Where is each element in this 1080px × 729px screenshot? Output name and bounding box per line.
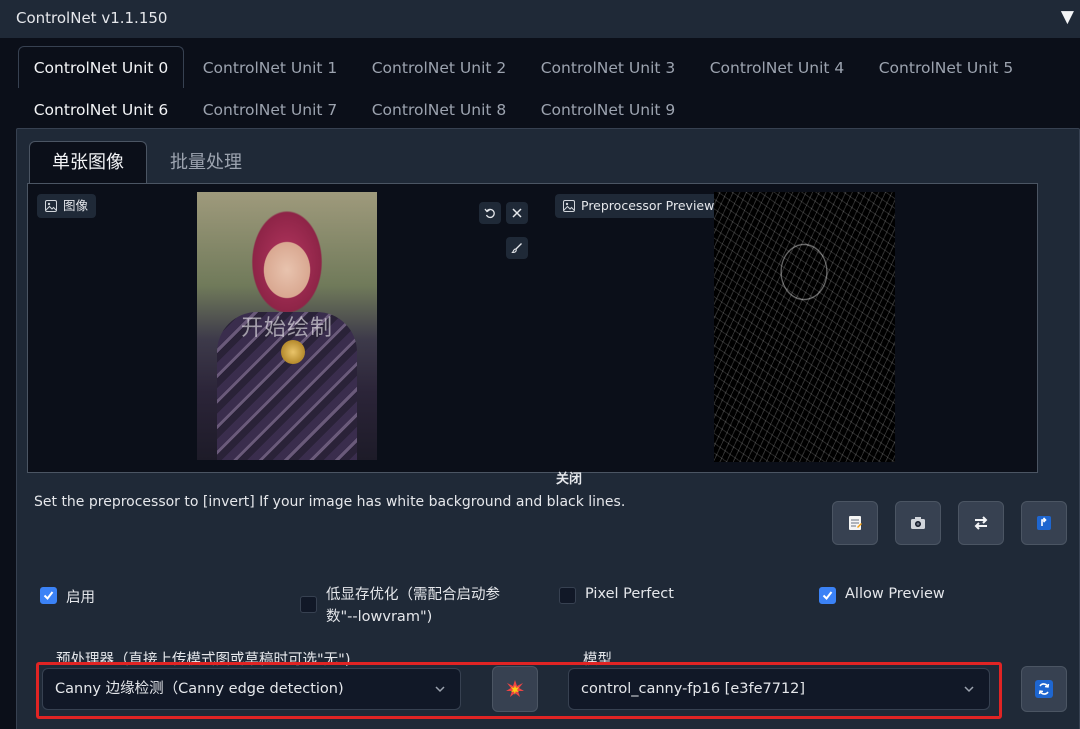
chevron-down-icon (964, 686, 974, 693)
image-icon (45, 200, 57, 212)
refresh-models-button[interactable] (1021, 666, 1067, 712)
camera-icon (911, 517, 925, 529)
preprocessor-preview-image (714, 192, 895, 462)
refresh-icon (1035, 680, 1053, 698)
tab-unit-8[interactable]: ControlNet Unit 8 (356, 88, 522, 130)
explosion-icon (506, 680, 524, 697)
undo-button[interactable] (479, 202, 501, 224)
clear-image-button[interactable] (506, 202, 528, 224)
tab-unit-9[interactable]: ControlNet Unit 9 (525, 88, 691, 130)
checkmark-icon (822, 591, 833, 601)
tab-unit-7[interactable]: ControlNet Unit 7 (187, 88, 353, 130)
low-vram-label: 低显存优化（需配合启动参 数"--lowvram") (326, 584, 500, 628)
start-drawing-watermark: 开始绘制 (240, 316, 333, 341)
webcam-button[interactable] (895, 501, 941, 545)
image-input-label: 图像 (37, 194, 97, 218)
low-vram-label-line1: 低显存优化（需配合启动参 (326, 587, 500, 603)
tab-unit-1[interactable]: ControlNet Unit 1 (187, 46, 353, 88)
notepad-icon (849, 516, 862, 530)
enable-label: 启用 (66, 590, 95, 606)
tab-unit-2[interactable]: ControlNet Unit 2 (356, 46, 522, 88)
model-label: 模型 (583, 652, 612, 668)
run-preprocessor-button[interactable] (492, 666, 538, 712)
mirror-webcam-button[interactable] (958, 501, 1004, 545)
model-select[interactable]: control_canny-fp16 [e3fe7712] (568, 668, 990, 710)
input-image[interactable]: 开始绘制 (197, 192, 377, 460)
tab-unit-4[interactable]: ControlNet Unit 4 (694, 46, 860, 88)
allow-preview-label: Allow Preview (845, 586, 945, 602)
preprocessor-select[interactable]: Canny 边缘检测（Canny edge detection) (42, 668, 461, 710)
model-value: control_canny-fp16 [e3fe7712] (581, 681, 806, 697)
new-canvas-button[interactable] (832, 501, 878, 545)
image-label-text: 图像 (63, 198, 89, 213)
tab-unit-3[interactable]: ControlNet Unit 3 (525, 46, 691, 88)
preprocessor-label: 预处理器（直接上传模式图或草稿时可选"无") (56, 652, 351, 668)
undo-icon (484, 208, 495, 219)
upload-arrow-icon (1037, 516, 1051, 530)
allow-preview-checkbox[interactable]: Allow Preview (819, 586, 945, 604)
unit-tabs: ControlNet Unit 0 ControlNet Unit 1 Cont… (16, 44, 1080, 130)
enable-check-box[interactable] (40, 587, 57, 604)
chevron-down-icon (435, 686, 445, 693)
controlnet-accordion-header[interactable]: ControlNet v1.1.150 ▼ (0, 0, 1080, 38)
swap-arrows-icon (974, 516, 988, 530)
low-vram-label-line2: 数"--lowvram") (326, 609, 433, 625)
accordion-title: ControlNet v1.1.150 (16, 9, 168, 27)
brush-button[interactable] (506, 237, 528, 259)
preprocessor-preview-label: Preprocessor Preview (555, 194, 723, 218)
pixel-perfect-label: Pixel Perfect (585, 586, 674, 602)
tab-batch[interactable]: 批量处理 (147, 141, 265, 185)
close-preview-link[interactable]: 关闭 (556, 468, 582, 487)
close-icon (512, 208, 522, 218)
pixel-perfect-checkbox[interactable]: Pixel Perfect (559, 586, 674, 604)
preprocessor-value: Canny 边缘检测（Canny edge detection) (55, 681, 344, 697)
collapse-caret-icon[interactable]: ▼ (1061, 7, 1074, 27)
enable-checkbox[interactable]: 启用 (40, 586, 95, 607)
tab-single-image[interactable]: 单张图像 (29, 141, 147, 185)
tab-unit-5[interactable]: ControlNet Unit 5 (863, 46, 1029, 88)
photo-medal-detail (281, 340, 305, 364)
allow-preview-check-box[interactable] (819, 587, 836, 604)
image-icon (563, 200, 575, 212)
low-vram-check-box[interactable] (300, 596, 317, 613)
pixel-perfect-check-box[interactable] (559, 587, 576, 604)
brush-icon (511, 243, 522, 254)
preview-label-text: Preprocessor Preview (581, 198, 715, 213)
send-dimensions-button[interactable] (1021, 501, 1067, 545)
tab-unit-6[interactable]: ControlNet Unit 6 (18, 88, 184, 130)
low-vram-checkbox[interactable]: 低显存优化（需配合启动参 数"--lowvram") (300, 584, 500, 628)
invert-hint: Set the preprocessor to [invert] If your… (34, 494, 626, 510)
tab-unit-0[interactable]: ControlNet Unit 0 (18, 46, 184, 88)
checkmark-icon (43, 591, 54, 601)
